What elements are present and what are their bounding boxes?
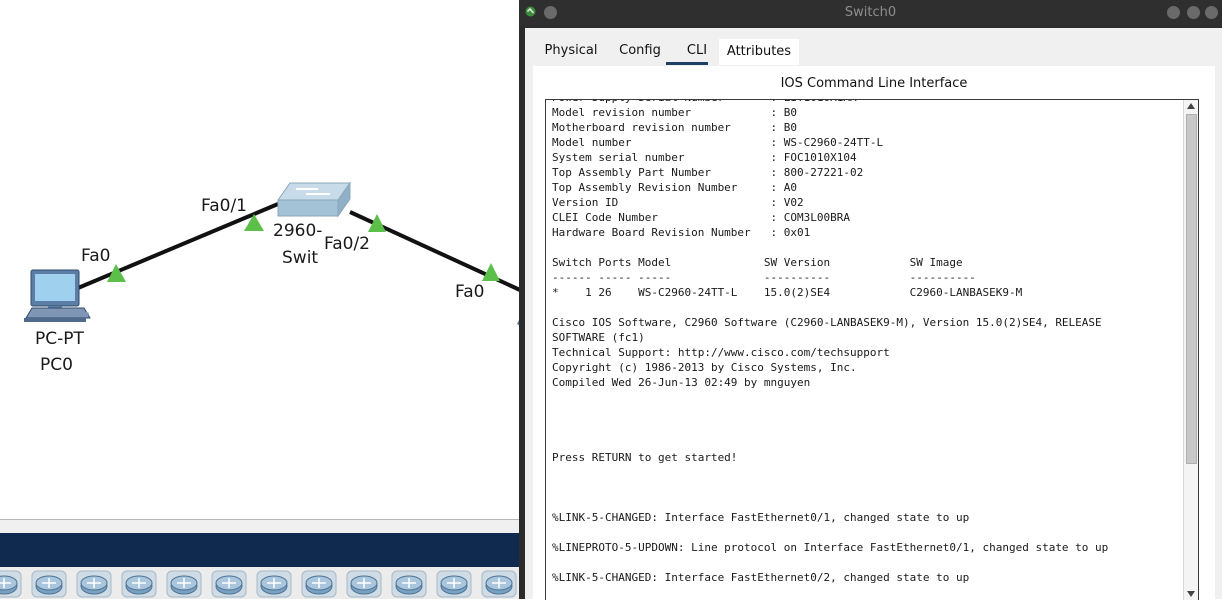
terminal-line: Switch Ports Model SW Version SW Image — [552, 256, 963, 269]
switch-model-label: 2960- — [273, 221, 323, 241]
terminal-line: %LINK-5-CHANGED: Interface FastEthernet0… — [552, 511, 970, 524]
router-icon[interactable] — [31, 570, 67, 598]
terminal-line: Hardware Board Revision Number : 0x01 — [552, 226, 811, 239]
terminal-line: Model revision number : B0 — [552, 106, 798, 119]
scroll-down-arrow-icon[interactable] — [1187, 591, 1195, 597]
terminal-line: Top Assembly Revision Number : A0 — [552, 181, 798, 194]
terminal-line: Compiled Wed 26-Jun-13 02:49 by mnguyen — [552, 376, 811, 389]
port-label-right-fa0: Fa0 — [455, 282, 485, 302]
topology-workspace[interactable]: Fa0 Fa0/1 Fa0/2 Fa0 2960- Swit PC-PT PC0 — [0, 0, 520, 520]
port-label-switch-fa02: Fa0/2 — [324, 234, 370, 254]
terminal-line: %LINK-5-CHANGED: Interface FastEthernet0… — [552, 571, 970, 584]
tab-physical[interactable]: Physical — [535, 38, 607, 66]
window-content: Physical Config CLI Attributes IOS Comma… — [525, 28, 1222, 600]
device-tray — [0, 567, 520, 599]
switch-icon[interactable] — [277, 181, 351, 218]
router-icon[interactable] — [436, 570, 472, 598]
router-icon[interactable] — [0, 570, 22, 598]
topology-canvas — [24, 181, 520, 326]
switch-name-label: Swit — [282, 248, 319, 268]
terminal-line: %LINEPROTO-5-UPDOWN: Line protocol on In… — [552, 541, 1109, 554]
terminal-line: SOFTWARE (fc1) — [552, 331, 645, 344]
pc-name-label: PC0 — [40, 355, 73, 375]
terminal-scrollbar[interactable] — [1183, 100, 1198, 600]
router-icon[interactable] — [211, 570, 247, 598]
terminal-line: Version ID : V02 — [552, 196, 804, 209]
workspace-scroll-area — [0, 520, 520, 533]
terminal-line: CLEI Code Number : COM3L00BRA — [552, 211, 851, 224]
router-icon[interactable] — [76, 570, 112, 598]
router-icon[interactable] — [301, 570, 337, 598]
port-label-pc-fa0: Fa0 — [81, 246, 111, 266]
terminal-line: Copyright (c) 1986-2013 by Cisco Systems… — [552, 361, 857, 374]
router-icon[interactable] — [481, 570, 517, 598]
close-icon[interactable] — [1205, 6, 1218, 19]
port-label-switch-fa01: Fa0/1 — [201, 196, 247, 216]
terminal-line: Press RETURN to get started! — [552, 451, 738, 464]
active-tab-indicator — [666, 62, 708, 65]
device-type-bar — [0, 533, 520, 567]
cli-terminal[interactable]: Power Supply Serial Number : LIT1010X1AA… — [545, 99, 1199, 600]
terminal-line: Top Assembly Part Number : 800-27221-02 — [552, 166, 864, 179]
tab-attributes[interactable]: Attributes — [719, 39, 799, 65]
scroll-up-arrow-icon[interactable] — [1187, 103, 1195, 109]
terminal-line: * 1 26 WS-C2960-24TT-L 15.0(2)SE4 C2960-… — [552, 286, 1023, 299]
router-icon[interactable] — [121, 570, 157, 598]
pc-model-label: PC-PT — [35, 329, 84, 349]
router-icon[interactable] — [346, 570, 382, 598]
terminal-line: Cisco IOS Software, C2960 Software (C296… — [552, 316, 1102, 329]
cli-panel-title: IOS Command Line Interface — [780, 76, 968, 91]
router-icon[interactable] — [256, 570, 292, 598]
pc-icon[interactable] — [24, 269, 91, 322]
scrollbar-thumb[interactable] — [1186, 114, 1197, 464]
terminal-line: Model number : WS-C2960-24TT-L — [552, 136, 884, 149]
window-titlebar[interactable]: Switch0 — [519, 0, 1222, 26]
terminal-output: Power Supply Serial Number : LIT1010X1AA… — [552, 100, 1180, 600]
terminal-line: ------ ----- ----- ---------- ---------- — [552, 271, 976, 284]
switch0-window: Switch0 Physical Config CLI Attributes I… — [519, 0, 1222, 600]
tab-config[interactable]: Config — [609, 38, 671, 66]
terminal-line: System serial number : FOC1010X104 — [552, 151, 857, 164]
minimize-icon[interactable] — [1167, 6, 1180, 19]
cli-panel: IOS Command Line Interface Power Supply … — [533, 66, 1215, 600]
terminal-line: Motherboard revision number : B0 — [552, 121, 798, 134]
terminal-line: Technical Support: http://www.cisco.com/… — [552, 346, 890, 359]
router-icon[interactable] — [391, 570, 427, 598]
maximize-icon[interactable] — [1187, 6, 1200, 19]
window-title: Switch0 — [844, 5, 897, 20]
terminal-line: Power Supply Serial Number : LIT1010X1AA — [552, 100, 857, 104]
router-icon[interactable] — [166, 570, 202, 598]
